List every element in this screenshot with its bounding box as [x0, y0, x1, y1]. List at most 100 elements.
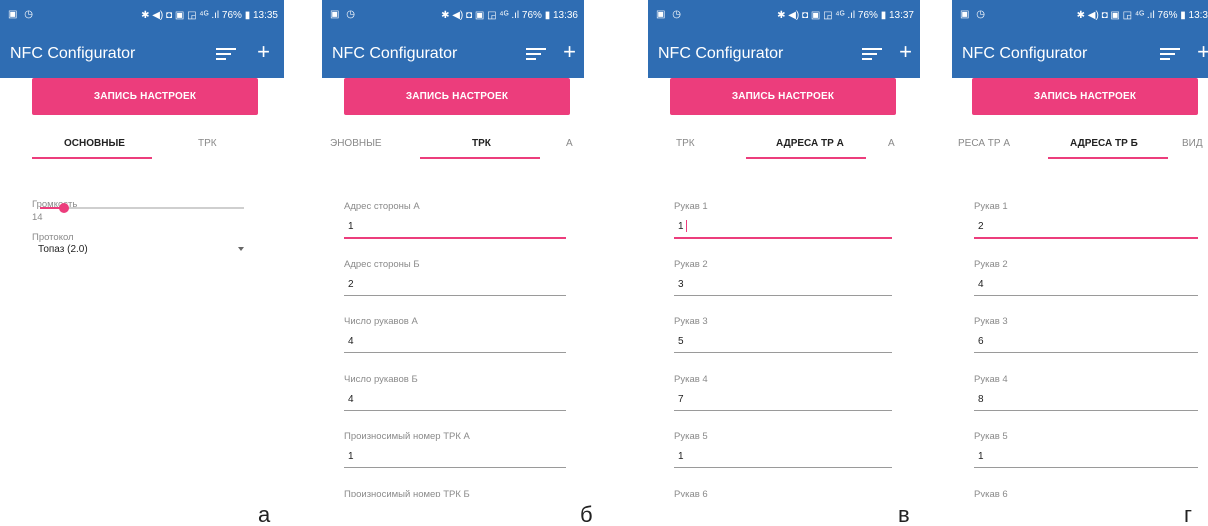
active-tab-indicator	[32, 157, 152, 159]
field-underline	[974, 237, 1198, 239]
field-input[interactable]: 5	[678, 336, 684, 347]
app-bar: NFC Configurator +	[0, 30, 284, 78]
field-label: Адрес стороны Б	[344, 259, 420, 270]
field-underline	[344, 295, 566, 296]
caption-d: г	[1184, 502, 1193, 526]
field-label: Рукав 4	[974, 374, 1008, 385]
caption-c: в	[898, 502, 910, 526]
field-underline	[344, 410, 566, 411]
screen-b: ▣ ◷ ✱ ◀) ◘ ▣ ◲ ⁴ᴳ .ıl 76% ▮ 13:36 NFC Co…	[322, 0, 584, 497]
write-settings-button[interactable]: ЗАПИСЬ НАСТРОЕК	[670, 78, 896, 115]
status-bar: ▣ ◷ ✱ ◀) ◘ ▣ ◲ ⁴ᴳ .ıl 76% ▮ 13:3	[952, 0, 1208, 30]
notification-icons: ▣ ◷	[960, 9, 987, 20]
tab-addresses-b[interactable]: А	[888, 138, 895, 149]
sort-icon[interactable]	[1160, 48, 1180, 62]
active-tab-indicator	[1048, 157, 1168, 159]
tab-addresses-a[interactable]: АДРЕСА ТР А	[776, 138, 844, 149]
field-underline	[674, 467, 892, 468]
plus-icon[interactable]: +	[257, 41, 270, 63]
tab-main[interactable]: ЭНОВНЫЕ	[330, 138, 382, 149]
field-label: Рукав 3	[674, 316, 708, 327]
field-input[interactable]: 4	[348, 394, 354, 405]
status-indicators: ✱ ◀) ◘ ▣ ◲ ⁴ᴳ .ıl 76% ▮ 13:36	[441, 10, 578, 21]
field-label: Рукав 2	[974, 259, 1008, 270]
field-underline	[674, 410, 892, 411]
field-input[interactable]: 1	[678, 221, 684, 232]
tab-view[interactable]: ВИД	[1182, 138, 1203, 149]
field-input[interactable]: 1	[678, 451, 684, 462]
write-settings-button[interactable]: ЗАПИСЬ НАСТРОЕК	[972, 78, 1198, 115]
field-input[interactable]: 8	[978, 394, 984, 405]
screen-c: ▣ ◷ ✱ ◀) ◘ ▣ ◲ ⁴ᴳ .ıl 76% ▮ 13:37 NFC Co…	[648, 0, 920, 497]
field-input[interactable]: 4	[348, 336, 354, 347]
field-input[interactable]: 2	[348, 279, 354, 290]
field-label: Рукав 3	[974, 316, 1008, 327]
field-input[interactable]: 7	[678, 394, 684, 405]
volume-slider-thumb[interactable]	[59, 203, 69, 213]
field-label: Число рукавов Б	[344, 374, 418, 385]
tab-addresses-a[interactable]: А	[566, 138, 573, 149]
field-label: Рукав 1	[974, 201, 1008, 212]
field-input[interactable]: 3	[678, 279, 684, 290]
screen-a: ▣ ◷ ✱ ◀) ◘ ▣ ◲ ⁴ᴳ .ıl 76% ▮ 13:35 NFC Co…	[0, 0, 284, 497]
field-label: Адрес стороны А	[344, 201, 420, 212]
caption-b: б	[580, 502, 593, 526]
field-underline	[344, 352, 566, 353]
tab-trk[interactable]: ТРК	[676, 138, 695, 149]
field-label: Рукав 1	[674, 201, 708, 212]
field-input[interactable]: 4	[978, 279, 984, 290]
field-underline	[344, 467, 566, 468]
tab-trk[interactable]: ТРК	[472, 138, 491, 149]
field-input[interactable]: 2	[978, 221, 984, 232]
app-title: NFC Configurator	[962, 45, 1088, 62]
write-settings-button[interactable]: ЗАПИСЬ НАСТРОЕК	[344, 78, 570, 115]
screen-d: ▣ ◷ ✱ ◀) ◘ ▣ ◲ ⁴ᴳ .ıl 76% ▮ 13:3 NFC Con…	[952, 0, 1208, 497]
field-underline	[674, 295, 892, 296]
field-input[interactable]: 1	[978, 451, 984, 462]
field-label: Рукав 6	[974, 489, 1008, 497]
app-title: NFC Configurator	[332, 45, 458, 62]
status-bar: ▣ ◷ ✱ ◀) ◘ ▣ ◲ ⁴ᴳ .ıl 76% ▮ 13:37	[648, 0, 920, 30]
app-title: NFC Configurator	[10, 45, 136, 62]
app-bar: NFC Configurator +	[952, 30, 1208, 78]
protocol-select[interactable]: Топаз (2.0)	[38, 244, 88, 255]
sort-icon[interactable]	[216, 48, 236, 62]
field-label: Произносимый номер ТРК А	[344, 431, 470, 442]
status-indicators: ✱ ◀) ◘ ▣ ◲ ⁴ᴳ .ıl 76% ▮ 13:35	[141, 10, 278, 21]
tab-addresses-b[interactable]: АДРЕСА ТР Б	[1070, 138, 1138, 149]
status-indicators: ✱ ◀) ◘ ▣ ◲ ⁴ᴳ .ıl 76% ▮ 13:3	[1076, 10, 1208, 21]
field-underline	[974, 352, 1198, 353]
protocol-label: Протокол	[32, 232, 74, 243]
notification-icons: ▣ ◷	[8, 9, 35, 20]
field-underline	[974, 467, 1198, 468]
app-bar: NFC Configurator +	[322, 30, 584, 78]
app-bar: NFC Configurator +	[648, 30, 920, 78]
sort-icon[interactable]	[526, 48, 546, 62]
status-indicators: ✱ ◀) ◘ ▣ ◲ ⁴ᴳ .ıl 76% ▮ 13:37	[777, 10, 914, 21]
field-input[interactable]: 6	[978, 336, 984, 347]
tab-trk[interactable]: ТРК	[198, 138, 217, 149]
notification-icons: ▣ ◷	[656, 9, 683, 20]
field-input[interactable]: 1	[348, 451, 354, 462]
plus-icon[interactable]: +	[1197, 41, 1208, 63]
caption-a: а	[258, 502, 271, 526]
field-input[interactable]: 1	[348, 221, 354, 232]
chevron-down-icon[interactable]	[238, 247, 244, 251]
write-settings-button[interactable]: ЗАПИСЬ НАСТРОЕК	[32, 78, 258, 115]
field-label: Рукав 5	[974, 431, 1008, 442]
volume-value: 14	[32, 212, 43, 223]
tab-addresses-a[interactable]: РЕСА ТР А	[958, 138, 1010, 149]
tab-main[interactable]: ОСНОВНЫЕ	[64, 138, 125, 149]
field-label: Рукав 4	[674, 374, 708, 385]
sort-icon[interactable]	[862, 48, 882, 62]
status-bar: ▣ ◷ ✱ ◀) ◘ ▣ ◲ ⁴ᴳ .ıl 76% ▮ 13:35	[0, 0, 284, 30]
field-label: Произносимый номер ТРК Б	[344, 489, 470, 497]
field-label: Рукав 6	[674, 489, 708, 497]
notification-icons: ▣ ◷	[330, 9, 357, 20]
plus-icon[interactable]: +	[563, 41, 576, 63]
app-title: NFC Configurator	[658, 45, 784, 62]
text-cursor	[686, 220, 687, 232]
volume-slider-track[interactable]	[40, 207, 244, 209]
field-label: Рукав 5	[674, 431, 708, 442]
plus-icon[interactable]: +	[899, 41, 912, 63]
